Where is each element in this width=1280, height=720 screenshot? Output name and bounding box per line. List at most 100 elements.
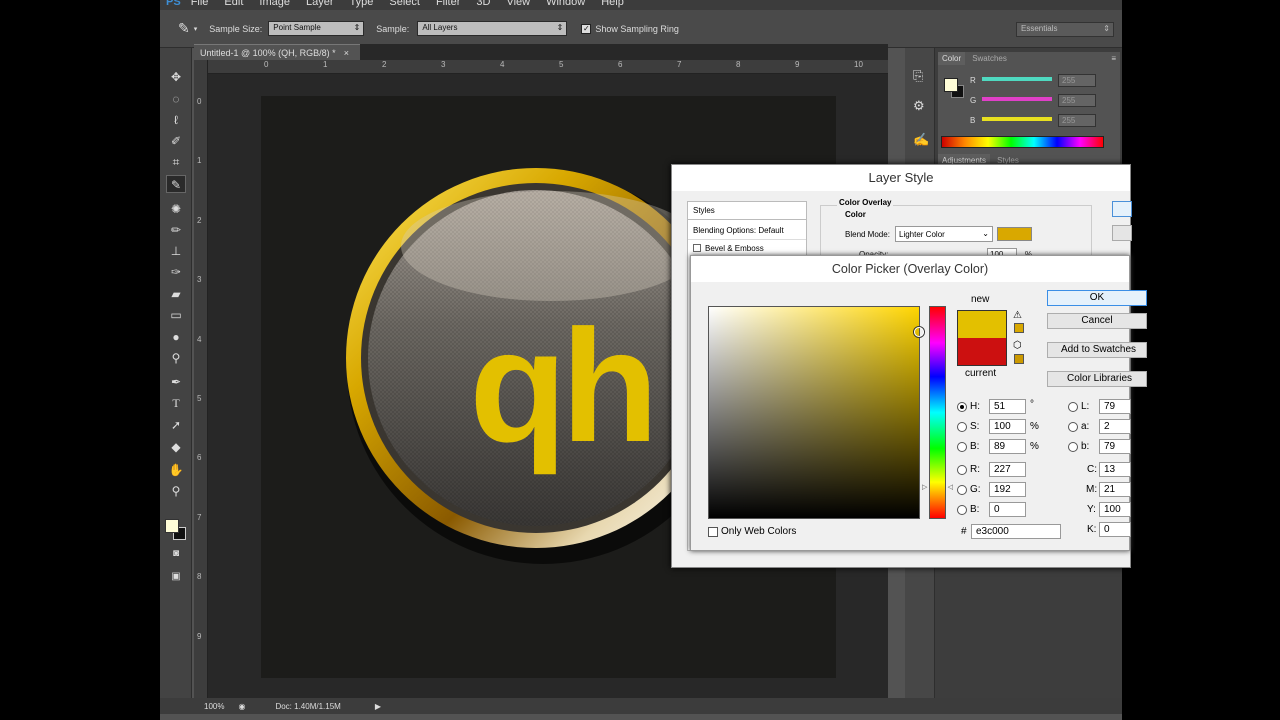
overlay-color-swatch[interactable] xyxy=(997,227,1032,241)
sample-size-select[interactable]: Point Sample xyxy=(268,21,365,36)
foreground-color-swatch[interactable] xyxy=(165,519,179,533)
screen-mode-icon[interactable]: ▣ xyxy=(166,568,186,586)
cyan-field[interactable]: 13 xyxy=(1099,462,1131,477)
saturation-brightness-field[interactable] xyxy=(708,306,924,519)
lasso-tool-icon[interactable]: ℓ xyxy=(166,111,186,129)
gradient-tool-icon[interactable]: ▭ xyxy=(166,306,186,324)
lab-l-field[interactable]: 79 xyxy=(1099,399,1131,414)
menu-select[interactable]: Select xyxy=(389,0,420,8)
dodge-tool-icon[interactable]: ⚲ xyxy=(166,349,186,367)
tab-swatches[interactable]: Swatches xyxy=(968,52,1011,65)
hue-slider-arrow-left-icon[interactable]: ▷ xyxy=(922,483,927,491)
menu-help[interactable]: Help xyxy=(601,0,624,8)
lab-b-radio[interactable] xyxy=(1068,442,1078,452)
magenta-field[interactable]: 21 xyxy=(1099,482,1131,497)
menu-file[interactable]: File xyxy=(191,0,209,8)
quick-select-tool-icon[interactable]: ✐ xyxy=(166,132,186,150)
panel-menu-icon[interactable]: ≡ xyxy=(1111,54,1116,63)
channel-b-field[interactable]: 255 xyxy=(1058,114,1096,127)
show-ring-checkbox[interactable]: ✓ xyxy=(581,23,592,34)
move-tool-icon[interactable]: ✥ xyxy=(166,68,186,86)
channel-g-field[interactable]: 255 xyxy=(1058,94,1096,107)
red-radio[interactable] xyxy=(957,465,967,475)
eyedropper-tool-preset-icon[interactable]: ✎ xyxy=(178,20,190,37)
styles-list-header[interactable]: Styles xyxy=(688,202,806,220)
red-field[interactable]: 227 xyxy=(989,462,1026,477)
current-color-swatch[interactable] xyxy=(957,338,1007,366)
brush-tool-icon[interactable]: ✏ xyxy=(166,221,186,239)
healing-brush-tool-icon[interactable]: ✺ xyxy=(166,200,186,218)
properties-panel-icon[interactable]: ⚙ xyxy=(913,98,925,114)
channel-b-slider[interactable] xyxy=(982,117,1052,121)
menu-3d[interactable]: 3D xyxy=(476,0,490,8)
channel-g-slider[interactable] xyxy=(982,97,1052,101)
history-panel-icon[interactable]: ⎘ xyxy=(913,68,923,84)
color-libraries-button[interactable]: Color Libraries xyxy=(1047,371,1147,387)
status-menu-arrow-icon[interactable]: ▶ xyxy=(375,702,381,711)
menu-layer[interactable]: Layer xyxy=(306,0,334,8)
blur-tool-icon[interactable]: ● xyxy=(166,328,186,346)
add-to-swatches-button[interactable]: Add to Swatches xyxy=(1047,342,1147,358)
bevel-emboss-item[interactable]: Bevel & Emboss xyxy=(688,240,806,256)
crop-tool-icon[interactable]: ⌗ xyxy=(166,153,186,171)
hue-slider-arrow-right-icon[interactable]: ◁ xyxy=(948,483,953,491)
web-safe-warning-icon[interactable]: ⬡ xyxy=(1013,340,1022,351)
menu-image[interactable]: Image xyxy=(259,0,290,8)
fg-color-chip[interactable] xyxy=(944,78,958,92)
web-safe-color-chip[interactable] xyxy=(1014,354,1024,364)
path-select-tool-icon[interactable]: ➚ xyxy=(166,416,186,434)
hue-slider[interactable]: ▷ ◁ xyxy=(922,306,953,519)
ruler-vertical[interactable]: 0 1 2 3 4 5 6 7 8 9 xyxy=(194,60,208,700)
eyedropper-tool-icon[interactable]: ✎ xyxy=(166,175,186,193)
color-spectrum-bar[interactable] xyxy=(941,136,1104,148)
layer-style-cancel-button[interactable] xyxy=(1112,225,1132,241)
type-tool-icon[interactable]: T xyxy=(166,394,186,412)
out-of-gamut-warning-icon[interactable]: ⚠ xyxy=(1013,310,1022,321)
yellow-field[interactable]: 100 xyxy=(1099,502,1131,517)
marquee-tool-icon[interactable]: ◌ xyxy=(166,90,186,108)
layer-style-ok-button[interactable] xyxy=(1112,201,1132,217)
tab-color[interactable]: Color xyxy=(938,52,966,65)
saturation-field[interactable]: 100 xyxy=(989,419,1026,434)
pen-tool-icon[interactable]: ✒ xyxy=(166,373,186,391)
menu-edit[interactable]: Edit xyxy=(224,0,243,8)
lab-l-radio[interactable] xyxy=(1068,402,1078,412)
shape-tool-icon[interactable]: ◆ xyxy=(166,438,186,456)
menu-view[interactable]: View xyxy=(506,0,530,8)
blue-radio[interactable] xyxy=(957,505,967,515)
chevron-down-icon[interactable]: ▾ xyxy=(194,25,198,33)
lab-b-field[interactable]: 79 xyxy=(1099,439,1131,454)
brush-panel-icon[interactable]: ✍ xyxy=(913,132,929,148)
blue-field[interactable]: 0 xyxy=(989,502,1026,517)
workspace-select[interactable]: Essentials xyxy=(1016,22,1114,37)
channel-r-slider[interactable] xyxy=(982,77,1052,81)
hand-tool-icon[interactable]: ✋ xyxy=(166,461,186,479)
menu-window[interactable]: Window xyxy=(546,0,585,8)
bevel-emboss-checkbox[interactable] xyxy=(693,244,701,252)
brightness-field[interactable]: 89 xyxy=(989,439,1026,454)
lab-a-radio[interactable] xyxy=(1068,422,1078,432)
ok-button[interactable]: OK xyxy=(1047,290,1147,306)
cancel-button[interactable]: Cancel xyxy=(1047,313,1147,329)
zoom-level[interactable]: 100% xyxy=(204,702,224,711)
menu-type[interactable]: Type xyxy=(350,0,374,8)
quick-mask-icon[interactable]: ◙ xyxy=(166,545,186,563)
ruler-horizontal[interactable]: 0 1 2 3 4 5 6 7 8 9 10 xyxy=(208,60,888,74)
status-share-icon[interactable]: ◉ xyxy=(238,702,245,711)
lab-a-field[interactable]: 2 xyxy=(1099,419,1131,434)
hex-field[interactable]: e3c000 xyxy=(971,524,1061,539)
menu-filter[interactable]: Filter xyxy=(436,0,460,8)
green-field[interactable]: 192 xyxy=(989,482,1026,497)
history-brush-tool-icon[interactable]: ✑ xyxy=(166,263,186,281)
black-field[interactable]: 0 xyxy=(1099,522,1131,537)
gamut-color-chip[interactable] xyxy=(1014,323,1024,333)
close-icon[interactable]: × xyxy=(344,48,349,58)
brightness-radio[interactable] xyxy=(957,442,967,452)
document-tab[interactable]: Untitled-1 @ 100% (QH, RGB/8) * × xyxy=(194,44,360,60)
blending-options-item[interactable]: Blending Options: Default xyxy=(688,222,806,240)
clone-stamp-tool-icon[interactable]: ⊥ xyxy=(166,242,186,260)
saturation-radio[interactable] xyxy=(957,422,967,432)
sample-select[interactable]: All Layers xyxy=(417,21,568,36)
channel-r-field[interactable]: 255 xyxy=(1058,74,1096,87)
eraser-tool-icon[interactable]: ▰ xyxy=(166,285,186,303)
